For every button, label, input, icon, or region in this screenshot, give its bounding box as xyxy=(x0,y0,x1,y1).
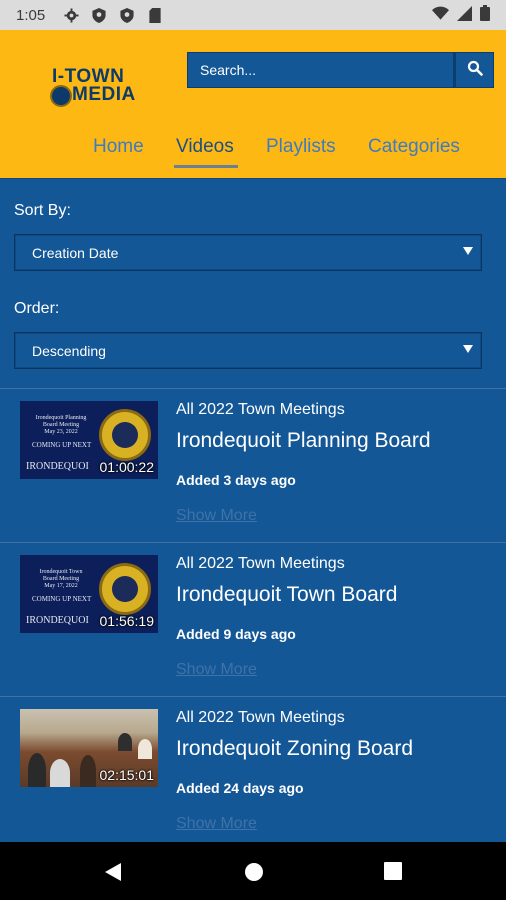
recents-icon[interactable] xyxy=(384,862,402,885)
order-label: Order: xyxy=(14,300,60,317)
thumbnail-person xyxy=(138,739,152,759)
thumbnail-caption-line: Irondequoit Town xyxy=(39,569,83,575)
wifi-icon xyxy=(432,6,449,24)
video-category: All 2022 Town Meetings xyxy=(176,709,345,726)
video-thumbnail[interactable]: Irondequoit Town Board Meeting May 17, 2… xyxy=(20,555,158,633)
thumbnail-person xyxy=(28,753,46,787)
thumbnail-caption-line: May 23, 2022 xyxy=(44,429,78,435)
thumbnail-brand: IRONDEQUOI xyxy=(26,461,89,472)
search-icon xyxy=(467,60,483,81)
order-select[interactable]: Descending xyxy=(14,332,482,369)
sd-card-icon xyxy=(147,7,163,23)
caret-down-icon xyxy=(463,247,473,255)
thumbnail-caption-line: Board Meeting xyxy=(42,576,80,582)
town-seal-icon xyxy=(99,409,151,461)
shield-icon xyxy=(91,7,107,23)
video-duration: 02:15:01 xyxy=(99,767,155,783)
thumbnail-brand: IRONDEQUOI xyxy=(26,615,89,626)
filter-panel: Sort By: Creation Date Order: Descending xyxy=(0,178,506,388)
list-item[interactable]: Irondequoit Town Board Meeting May 17, 2… xyxy=(0,542,506,696)
video-added: Added 9 days ago xyxy=(176,626,296,642)
gear-icon xyxy=(63,7,79,23)
thumbnail-caption: Irondequoit Planning Board Meeting May 2… xyxy=(26,415,96,436)
thumbnail-coming-up: COMING UP NEXT xyxy=(32,595,92,603)
tab-videos[interactable]: Videos xyxy=(176,136,234,158)
show-more-link[interactable]: Show More xyxy=(176,661,257,679)
video-thumbnail[interactable]: 02:15:01 xyxy=(20,709,158,787)
search-button[interactable] xyxy=(454,52,494,88)
thumbnail-person xyxy=(118,733,132,751)
thumbnail-caption-line: Irondequoit Planning xyxy=(35,415,87,421)
clock: 1:05 xyxy=(16,6,46,24)
video-thumbnail[interactable]: Irondequoit Planning Board Meeting May 2… xyxy=(20,401,158,479)
video-duration: 01:56:19 xyxy=(99,613,155,629)
sort-by-label: Sort By: xyxy=(14,202,71,219)
back-icon[interactable] xyxy=(103,862,123,887)
status-bar: 1:05 xyxy=(0,0,506,30)
battery-icon xyxy=(480,5,490,25)
town-seal-icon xyxy=(99,563,151,615)
video-title[interactable]: Irondequoit Zoning Board xyxy=(176,737,413,761)
tab-categories[interactable]: Categories xyxy=(368,136,460,158)
video-duration: 01:00:22 xyxy=(99,459,155,475)
sort-by-select[interactable]: Creation Date xyxy=(14,234,482,271)
order-value: Descending xyxy=(32,342,106,359)
home-icon[interactable] xyxy=(244,862,264,887)
logo-seal-icon xyxy=(50,85,72,107)
list-item[interactable]: Irondequoit Planning Board Meeting May 2… xyxy=(0,388,506,542)
logo-line-2: MEDIA xyxy=(72,84,136,105)
app-header: I-TOWN MEDIA Search... Home Videos Playl… xyxy=(0,30,506,178)
search-input[interactable]: Search... xyxy=(187,52,454,88)
thumbnail-person xyxy=(80,755,96,787)
video-title[interactable]: Irondequoit Town Board xyxy=(176,583,397,607)
video-title[interactable]: Irondequoit Planning Board xyxy=(176,429,431,453)
video-category: All 2022 Town Meetings xyxy=(176,401,345,418)
search-bar: Search... xyxy=(187,52,494,88)
thumbnail-caption-line: Board Meeting xyxy=(42,422,80,428)
thumbnail-person xyxy=(50,759,70,787)
system-nav-bar xyxy=(0,842,506,900)
tab-home[interactable]: Home xyxy=(93,136,144,158)
caret-down-icon xyxy=(463,345,473,353)
video-added: Added 3 days ago xyxy=(176,472,296,488)
thumbnail-coming-up: COMING UP NEXT xyxy=(32,441,92,449)
main-nav: Home Videos Playlists Categories xyxy=(0,136,506,168)
list-item[interactable]: 02:15:01 All 2022 Town Meetings Irondequ… xyxy=(0,696,506,850)
sort-by-value: Creation Date xyxy=(32,244,119,261)
show-more-link[interactable]: Show More xyxy=(176,815,257,833)
video-added: Added 24 days ago xyxy=(176,780,304,796)
signal-icon xyxy=(457,5,472,25)
thumbnail-caption-line: May 17, 2022 xyxy=(44,583,78,589)
video-category: All 2022 Town Meetings xyxy=(176,555,345,572)
tab-playlists[interactable]: Playlists xyxy=(266,136,336,158)
show-more-link[interactable]: Show More xyxy=(176,507,257,525)
thumbnail-caption: Irondequoit Town Board Meeting May 17, 2… xyxy=(26,569,96,590)
i-town-media-logo[interactable]: I-TOWN MEDIA xyxy=(50,66,136,110)
shield-icon xyxy=(119,7,135,23)
active-tab-indicator xyxy=(174,165,238,168)
